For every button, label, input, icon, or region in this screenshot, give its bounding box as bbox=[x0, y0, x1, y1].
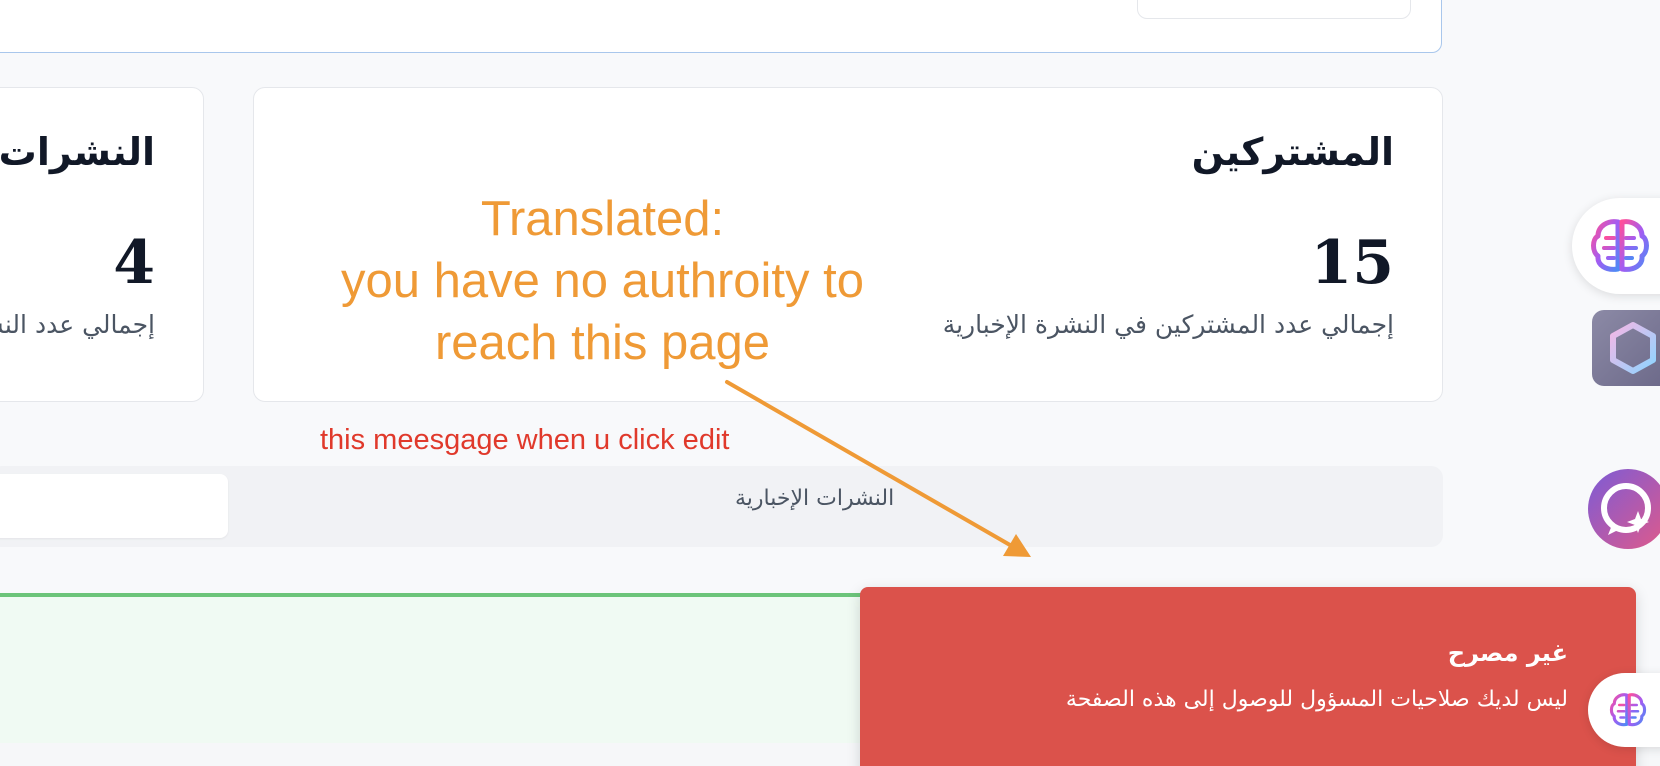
ai-assistant-small-button[interactable] bbox=[1588, 673, 1660, 747]
brain-icon bbox=[1609, 693, 1647, 727]
chat-assistant-button[interactable] bbox=[1588, 469, 1660, 549]
orbit-button[interactable] bbox=[1592, 310, 1660, 386]
toast-title: غير مصرح bbox=[1447, 639, 1568, 667]
brain-icon bbox=[1591, 219, 1649, 272]
chat-sparkle-icon bbox=[1601, 483, 1651, 535]
unauthorized-toast: غير مصرح ليس لديك صلاحيات المسؤول للوصول… bbox=[860, 587, 1636, 766]
ai-assistant-button[interactable] bbox=[1572, 198, 1660, 294]
toast-message: ليس لديك صلاحيات المسؤول للوصول إلى هذه … bbox=[1065, 687, 1568, 712]
hexagon-icon bbox=[1610, 322, 1656, 374]
